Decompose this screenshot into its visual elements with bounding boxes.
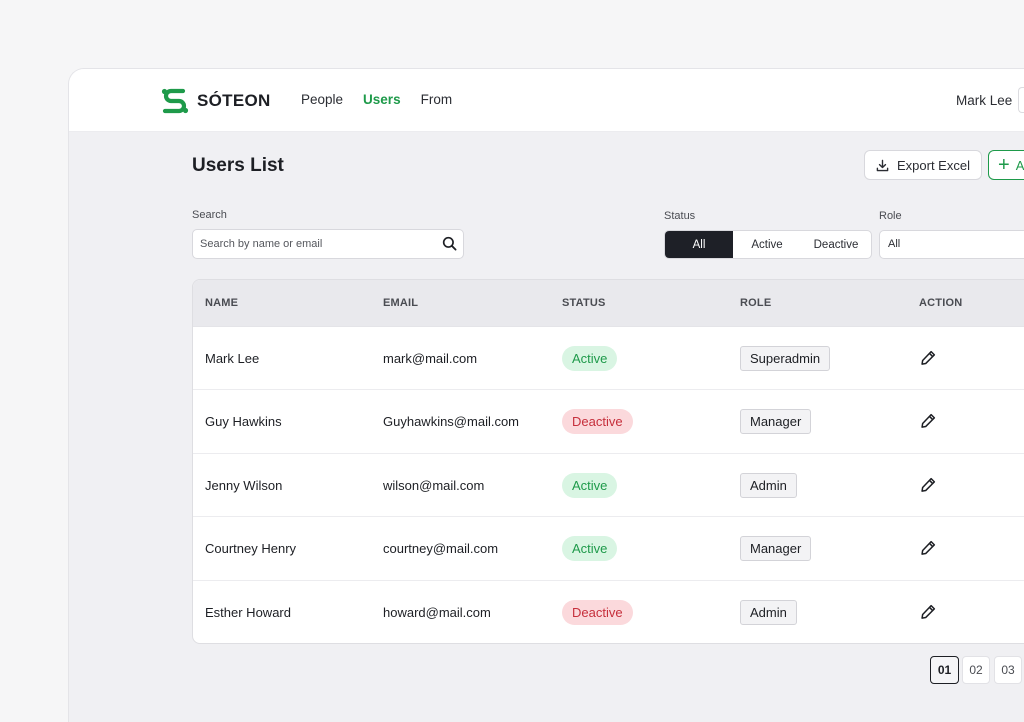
- user-email-cell: mark@mail.com: [383, 351, 478, 366]
- page-button-03[interactable]: 03: [994, 656, 1022, 684]
- role-tag: Superadmin: [740, 346, 831, 371]
- search-box: [192, 229, 464, 259]
- column-header-status[interactable]: STATUS: [562, 297, 606, 309]
- status-option-active[interactable]: Active: [733, 231, 801, 258]
- pencil-icon[interactable]: [920, 412, 937, 429]
- add-user-label: A: [1015, 157, 1024, 173]
- export-excel-button[interactable]: Export Excel: [864, 150, 982, 180]
- role-tag: Admin: [740, 472, 797, 498]
- status-badge: Deactive: [562, 599, 633, 625]
- top-navbar: SÓTEON People Users From Mark Lee: [69, 69, 1024, 132]
- user-menu-button[interactable]: [1018, 87, 1024, 113]
- user-email-cell: Guyhawkins@mail.com: [383, 414, 520, 430]
- download-icon: [876, 159, 889, 171]
- table-row: Esther Howard howard@mail.com Deactive A…: [193, 581, 1024, 643]
- user-name-cell: Mark Lee: [205, 351, 260, 366]
- user-name-cell: Guy Hawkins: [205, 414, 282, 430]
- pencil-icon[interactable]: [920, 349, 937, 366]
- page-title: Users List: [192, 155, 284, 176]
- nav-item-from[interactable]: From: [421, 92, 453, 107]
- brand-logo[interactable]: SÓTEON: [161, 88, 271, 114]
- soteon-logo-icon: [161, 88, 189, 114]
- column-header-action: ACTION: [919, 297, 963, 309]
- status-badge: Active: [562, 472, 618, 498]
- user-name-cell: Courtney Henry: [205, 541, 297, 557]
- user-email-cell: howard@mail.com: [383, 604, 491, 620]
- pencil-icon[interactable]: [920, 476, 937, 493]
- user-name-cell: Jenny Wilson: [205, 477, 283, 493]
- status-option-all[interactable]: All: [665, 231, 733, 258]
- nav-item-users[interactable]: Users: [363, 92, 401, 107]
- search-icon[interactable]: [442, 236, 457, 251]
- page-button-02[interactable]: 02: [962, 656, 990, 684]
- status-filter: All Active Deactive: [664, 230, 872, 259]
- role-tag: Manager: [740, 536, 812, 562]
- search-input[interactable]: [193, 230, 433, 258]
- nav-item-people[interactable]: People: [301, 92, 343, 107]
- pencil-icon[interactable]: [920, 603, 937, 620]
- user-email-cell: wilson@mail.com: [383, 477, 485, 493]
- brand-name: SÓTEON: [197, 91, 271, 110]
- column-header-email[interactable]: EMAIL: [383, 297, 418, 309]
- user-name-cell: Esther Howard: [205, 604, 291, 620]
- plus-icon: +: [998, 154, 1010, 176]
- role-tag: Manager: [740, 409, 812, 435]
- app-window: SÓTEON People Users From Mark Lee Users …: [68, 68, 1024, 722]
- table-row: Mark Lee mark@mail.com Active Superadmin: [193, 327, 1024, 391]
- role-tag: Admin: [740, 599, 797, 625]
- page-button-01[interactable]: 01: [930, 656, 959, 684]
- status-label: Status: [664, 210, 696, 222]
- user-name[interactable]: Mark Lee: [956, 93, 1012, 108]
- column-header-name[interactable]: NAME: [205, 297, 238, 309]
- table-row: Courtney Henry courtney@mail.com Active …: [193, 517, 1024, 581]
- main-nav: People Users From: [301, 92, 472, 107]
- search-label: Search: [192, 209, 227, 221]
- pencil-icon[interactable]: [920, 539, 937, 556]
- table-header: NAME EMAIL STATUS ROLE ACTION: [193, 280, 1024, 327]
- role-select[interactable]: All: [879, 230, 1024, 259]
- status-option-deactive[interactable]: Deactive: [801, 231, 871, 258]
- table-row: Jenny Wilson wilson@mail.com Active Admi…: [193, 454, 1024, 518]
- export-excel-label: Export Excel: [897, 157, 970, 173]
- role-label: Role: [879, 210, 902, 222]
- status-badge: Active: [562, 536, 618, 562]
- status-badge: Active: [562, 346, 618, 371]
- column-header-role: ROLE: [740, 297, 772, 309]
- add-user-button[interactable]: + A: [988, 150, 1024, 180]
- table-row: Guy Hawkins Guyhawkins@mail.com Deactive…: [193, 390, 1024, 454]
- user-email-cell: courtney@mail.com: [383, 541, 499, 557]
- users-table: NAME EMAIL STATUS ROLE ACTION Mark Lee m…: [192, 279, 1024, 644]
- status-badge: Deactive: [562, 409, 633, 435]
